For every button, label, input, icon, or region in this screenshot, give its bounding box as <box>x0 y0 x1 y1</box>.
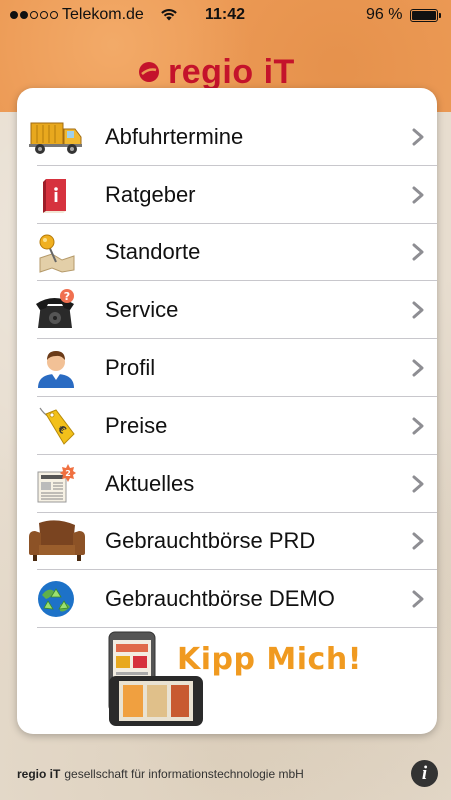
map-pin-icon <box>25 230 87 274</box>
menu-item-profil[interactable]: Profil <box>17 339 437 397</box>
svg-text:2: 2 <box>65 469 71 478</box>
menu-item-ratgeber[interactable]: Ratgeber <box>17 166 437 224</box>
recycle-globe-icon <box>25 577 87 621</box>
chevron-right-icon <box>412 475 424 493</box>
battery-icon <box>410 9 441 22</box>
signal-strength-icon <box>10 11 58 19</box>
menu-item-service[interactable]: ? Service <box>17 281 437 339</box>
logo-text: regio iT <box>168 52 295 91</box>
info-icon[interactable]: i <box>411 760 438 787</box>
chevron-right-icon <box>412 128 424 146</box>
menu-item-preise[interactable]: € Preise <box>17 397 437 455</box>
footer-company: regio iT gesellschaft für informationstec… <box>17 767 304 781</box>
wifi-icon <box>161 9 177 21</box>
menu-item-label: Abfuhrtermine <box>105 123 244 149</box>
newspaper-icon: 2 <box>25 462 87 506</box>
menu-item-label: Preise <box>105 412 168 438</box>
status-time: 11:42 <box>205 6 246 23</box>
regio-it-logo: regio iT <box>138 52 295 92</box>
svg-text:?: ? <box>64 290 70 303</box>
footer-company-name: gesellschaft für informationstechnologie… <box>64 767 304 781</box>
menu-item-gebrauchtboerse-prd[interactable]: Gebrauchtbörse PRD <box>17 513 437 571</box>
garbage-truck-icon <box>25 115 87 159</box>
menu-item-label: Profil <box>105 355 156 381</box>
price-tag-icon: € <box>25 404 87 448</box>
footer-brand: regio iT <box>17 767 61 781</box>
armchair-icon <box>25 519 87 563</box>
menu-item-label: Aktuelles <box>105 470 195 496</box>
kipp-mich-label[interactable]: Kipp Mich! <box>177 642 362 677</box>
menu-item-label: Gebrauchtbörse PRD <box>105 528 316 554</box>
menu-card: Abfuhrtermine Ratgeber Standorte ? Servi… <box>17 88 437 734</box>
menu-item-label: Ratgeber <box>105 181 196 207</box>
chevron-right-icon <box>412 186 424 204</box>
main-menu: Abfuhrtermine Ratgeber Standorte ? Servi… <box>17 108 437 628</box>
menu-item-aktuelles[interactable]: 2 Aktuelles <box>17 455 437 513</box>
carrier-name: Telekom.de <box>62 6 144 23</box>
battery-percentage: 96 % <box>366 6 403 23</box>
chevron-right-icon <box>412 417 424 435</box>
chevron-right-icon <box>412 301 424 319</box>
logo-mark-icon <box>139 62 159 82</box>
chevron-right-icon <box>412 243 424 261</box>
menu-item-gebrauchtboerse-demo[interactable]: Gebrauchtbörse DEMO <box>17 570 437 628</box>
menu-item-standorte[interactable]: Standorte <box>17 224 437 282</box>
chevron-right-icon <box>412 590 424 608</box>
chevron-right-icon <box>412 359 424 377</box>
book-icon <box>25 173 87 217</box>
menu-item-label: Gebrauchtbörse DEMO <box>105 586 335 612</box>
menu-item-abfuhrtermine[interactable]: Abfuhrtermine <box>17 108 437 166</box>
telephone-icon: ? <box>25 288 87 332</box>
footer: regio iT gesellschaft für informationstec… <box>0 760 451 792</box>
user-icon <box>25 346 87 390</box>
status-bar: Telekom.de 11:42 96 % <box>0 0 451 32</box>
chevron-right-icon <box>412 532 424 550</box>
menu-item-label: Standorte <box>105 239 201 265</box>
menu-item-label: Service <box>105 297 179 323</box>
